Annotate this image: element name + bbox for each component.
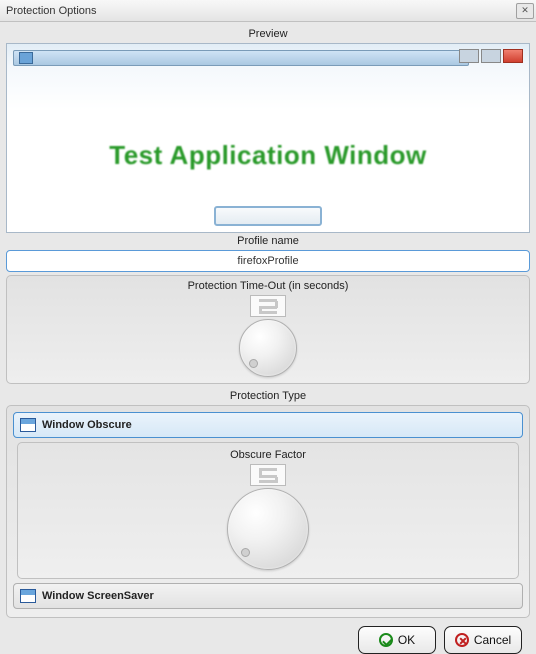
timeout-display <box>250 295 286 317</box>
window-title: Protection Options <box>6 5 97 17</box>
preview-window-buttons <box>459 49 523 63</box>
preview-label: Preview <box>6 28 530 40</box>
cancel-button-label: Cancel <box>474 633 511 647</box>
preview-button <box>214 206 322 226</box>
window-icon <box>20 589 36 603</box>
preview-window-icon <box>19 52 33 64</box>
preview-window-titlebar <box>13 50 469 66</box>
profile-name-input[interactable] <box>6 250 530 272</box>
preview-app-title: Test Application Window <box>7 140 529 171</box>
obscure-display <box>250 464 286 486</box>
dialog-button-row: OK Cancel <box>6 618 530 654</box>
protection-type-window-obscure[interactable]: Window Obscure <box>13 412 523 438</box>
timeout-knob[interactable] <box>239 319 297 377</box>
ok-button[interactable]: OK <box>358 626 436 654</box>
ok-button-label: OK <box>398 633 415 647</box>
cancel-button[interactable]: Cancel <box>444 626 522 654</box>
obscure-knob[interactable] <box>227 488 309 570</box>
protection-type-option-label: Window ScreenSaver <box>42 590 154 602</box>
preview-pane: Test Application Window <box>6 43 530 233</box>
cancel-icon <box>455 633 469 647</box>
protection-type-window-screensaver[interactable]: Window ScreenSaver <box>13 583 523 609</box>
ok-icon <box>379 633 393 647</box>
obscure-factor-label: Obscure Factor <box>18 449 518 461</box>
timeout-label: Protection Time-Out (in seconds) <box>7 280 529 292</box>
protection-type-label: Protection Type <box>6 390 530 402</box>
close-icon[interactable]: ✕ <box>516 3 534 19</box>
obscure-factor-panel: Obscure Factor <box>17 442 519 579</box>
titlebar: Protection Options ✕ <box>0 0 536 22</box>
timeout-panel: Protection Time-Out (in seconds) <box>6 275 530 384</box>
profile-name-label: Profile name <box>6 235 530 247</box>
protection-type-option-label: Window Obscure <box>42 419 132 431</box>
window-icon <box>20 418 36 432</box>
protection-type-panel: Window Obscure Obscure Factor Window Scr… <box>6 405 530 618</box>
